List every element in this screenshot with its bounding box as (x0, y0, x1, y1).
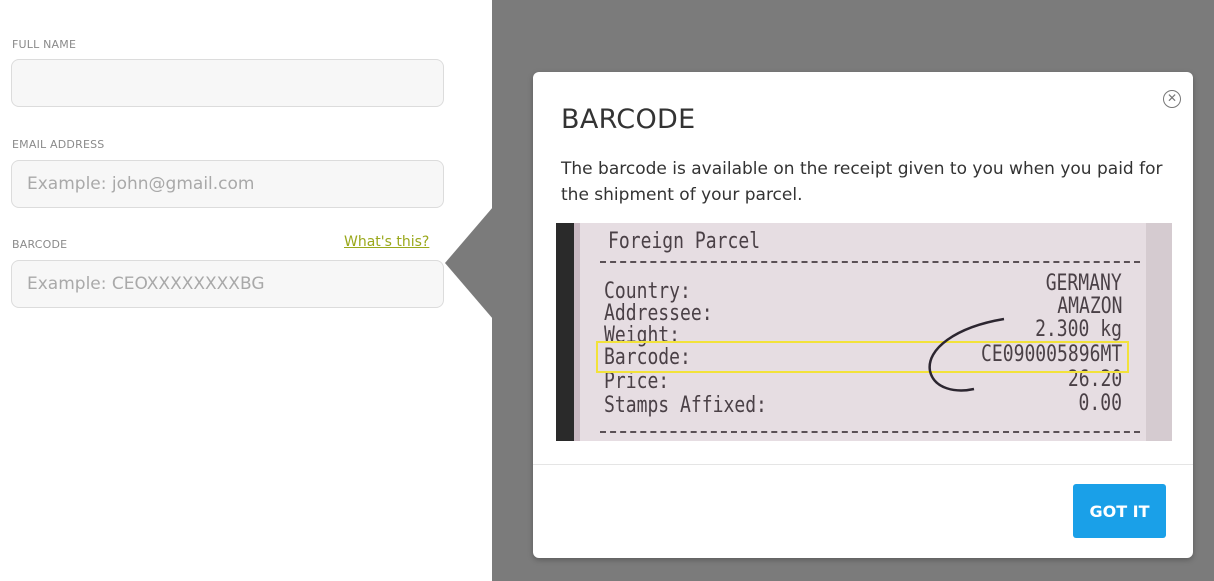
barcode-input[interactable] (11, 260, 444, 308)
email-label: EMAIL ADDRESS (12, 138, 105, 151)
modal-footer-divider (533, 464, 1193, 465)
full-name-label: FULL NAME (12, 38, 77, 51)
receipt-row-label: Country: (604, 279, 691, 304)
receipt-row-label: Stamps Affixed: (604, 393, 767, 418)
email-input[interactable] (11, 160, 444, 208)
receipt-row-label: Price: (604, 369, 670, 394)
receipt-header: Foreign Parcel (608, 229, 761, 254)
receipt-row-value: GERMANY (1045, 271, 1122, 296)
barcode-help-modal: ✕ BARCODE The barcode is available on th… (533, 72, 1193, 558)
full-name-input[interactable] (11, 59, 444, 107)
receipt-divider (600, 261, 1140, 263)
modal-title: BARCODE (561, 104, 696, 135)
barcode-label: BARCODE (12, 238, 68, 251)
close-icon[interactable]: ✕ (1163, 90, 1181, 108)
modal-pointer-arrow (445, 207, 493, 319)
registration-form: FULL NAME EMAIL ADDRESS BARCODE What's t… (0, 0, 492, 581)
receipt-edge (556, 223, 574, 441)
receipt-edge (1146, 223, 1172, 441)
receipt-row-value: 0.00 (1078, 391, 1122, 416)
receipt-row-label: Addressee: (604, 301, 713, 326)
got-it-button[interactable]: GOT IT (1073, 484, 1166, 538)
barcode-highlight-box (596, 341, 1129, 373)
whats-this-link[interactable]: What's this? (344, 234, 429, 250)
receipt-row-value: AMAZON (1056, 294, 1122, 319)
receipt-divider (600, 431, 1140, 433)
receipt-row-value: 2.300 kg (1035, 317, 1122, 342)
receipt-edge (574, 223, 580, 441)
pen-mark-icon (928, 317, 1005, 392)
receipt-image: Foreign Parcel Country: GERMANY Addresse… (556, 223, 1172, 441)
modal-description: The barcode is available on the receipt … (561, 159, 1163, 205)
